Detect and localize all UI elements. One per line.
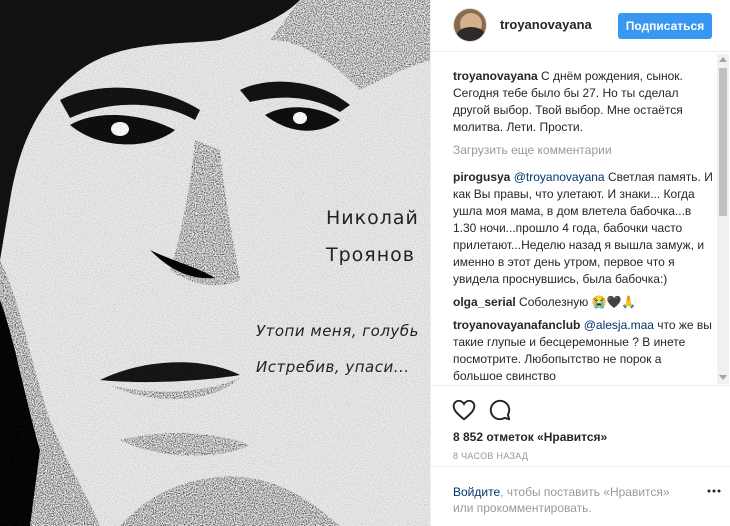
avatar[interactable]: [453, 8, 487, 42]
load-more-comments-link[interactable]: Загрузить еще комментарии: [453, 142, 713, 159]
heart-icon[interactable]: [451, 397, 477, 423]
caption-username[interactable]: troyanovayana: [453, 69, 538, 83]
photo-poem-line1: Утопи меня, голубь: [256, 322, 419, 340]
comments-list: troyanovayana С днём рождения, сынок. Се…: [453, 68, 713, 382]
scroll-up-arrow-icon[interactable]: [719, 57, 727, 62]
comments-scrollbar[interactable]: [717, 54, 729, 384]
post-actions: 8 852 отметок «Нравится» 8 ЧАСОВ НАЗАД В…: [431, 385, 730, 526]
photo-poem-line2: Истребив, упаси...: [256, 358, 410, 376]
comment-text: Светлая память. И как Вы правы, что улет…: [453, 170, 713, 286]
avatar-body: [456, 27, 486, 41]
header-username[interactable]: troyanovayana: [500, 17, 592, 32]
comment-icon[interactable]: [487, 397, 513, 423]
comment-username[interactable]: troyanovayanafanclub: [453, 318, 580, 332]
post-header: troyanovayana Подписаться: [431, 0, 730, 52]
comment-item: troyanovayanafanclub @alesja.maa что же …: [453, 317, 713, 382]
comment-mention[interactable]: @troyanovayana: [514, 170, 605, 184]
caption: troyanovayana С днём рождения, сынок. Се…: [453, 68, 713, 136]
comment-text: Соболезную 😭🖤🙏: [515, 295, 637, 309]
comment-item: pirogusya @troyanovayana Светлая память.…: [453, 169, 713, 288]
post-photo[interactable]: Николай Троянов Утопи меня, голубь Истре…: [0, 0, 430, 526]
scroll-down-arrow-icon[interactable]: [719, 375, 727, 380]
more-dots-icon[interactable]: [707, 484, 721, 498]
comment-item: olga_serial Соболезную 😭🖤🙏: [453, 294, 713, 311]
scroll-thumb[interactable]: [719, 68, 727, 216]
post-side-panel: troyanovayana Подписаться troyanovayana …: [430, 0, 730, 526]
login-link[interactable]: Войдите: [453, 485, 500, 499]
comment-username[interactable]: olga_serial: [453, 295, 516, 309]
photo-name-line2: Троянов: [326, 244, 415, 266]
likes-count[interactable]: 8 852 отметок «Нравится»: [453, 430, 607, 444]
follow-button[interactable]: Подписаться: [618, 13, 712, 39]
comment-mention[interactable]: @alesja.maa: [584, 318, 654, 332]
comment-username[interactable]: pirogusya: [453, 170, 510, 184]
login-prompt: Войдите, чтобы поставить «Нравится» или …: [431, 466, 730, 526]
login-prompt-text: Войдите, чтобы поставить «Нравится» или …: [453, 484, 693, 516]
photo-name-line1: Николай: [326, 207, 419, 229]
post-timestamp[interactable]: 8 ЧАСОВ НАЗАД: [453, 451, 528, 461]
